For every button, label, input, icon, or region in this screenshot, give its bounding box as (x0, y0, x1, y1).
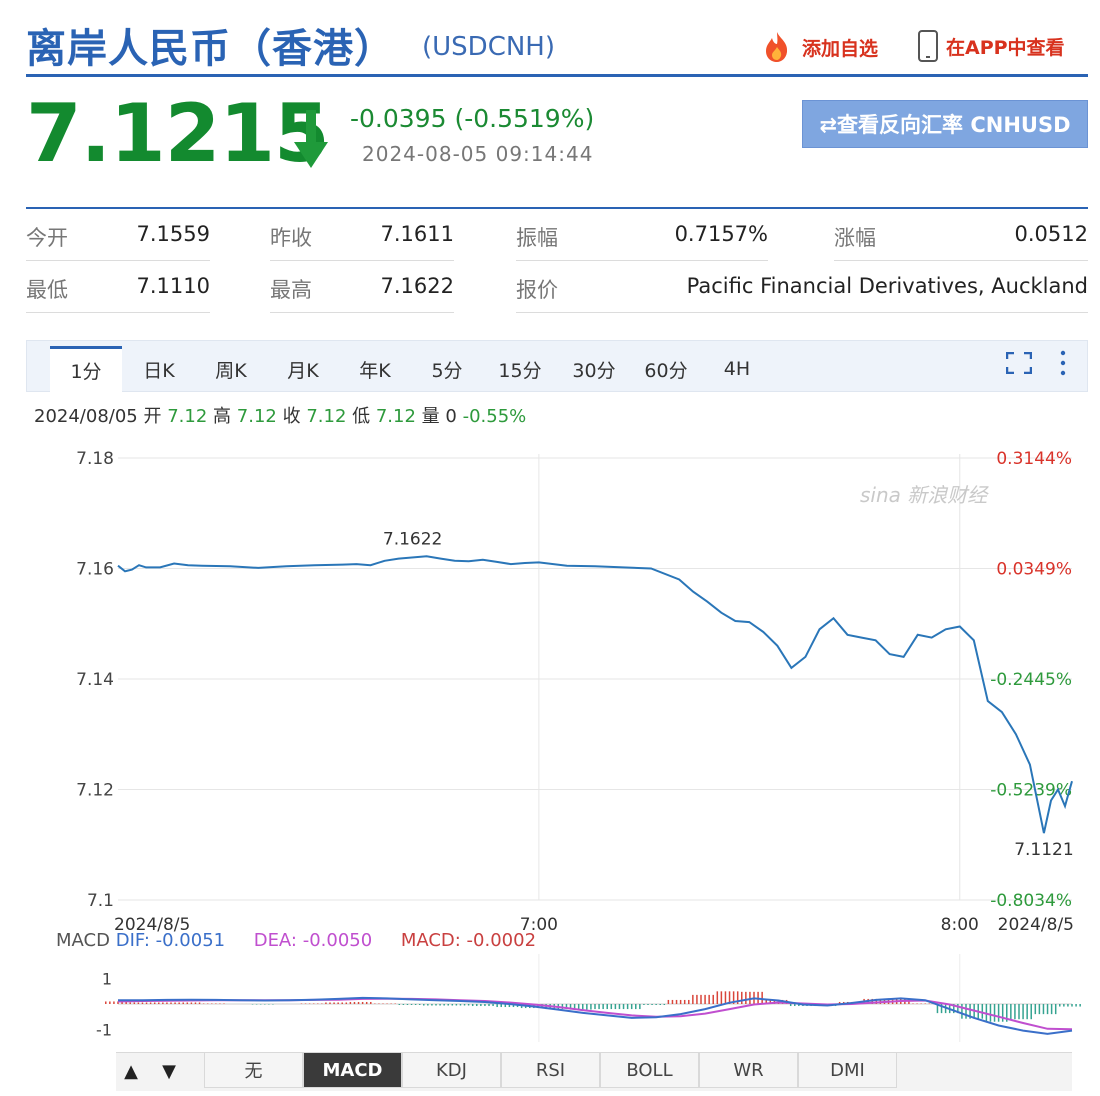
row-separator (26, 260, 210, 261)
header-divider (26, 74, 1088, 77)
ohlc-high: 7.12 (236, 406, 277, 427)
row-separator (270, 260, 454, 261)
tab-weekly[interactable]: 周K (204, 346, 258, 392)
ohlc-close-label: 收 (282, 406, 301, 427)
stat-value-prev-close: 7.1611 (380, 222, 454, 246)
stat-value-amplitude: 0.7157% (674, 222, 768, 246)
tab-monthly[interactable]: 月K (276, 346, 330, 392)
x-tick-label: 8:00 (941, 915, 979, 935)
phone-icon (918, 30, 938, 62)
macd-y-tick: -1 (96, 1020, 112, 1039)
stat-label-low: 最低 (26, 278, 68, 302)
indicator-tab-macd[interactable]: MACD (303, 1052, 402, 1088)
flame-icon (766, 32, 788, 62)
macd-dea: DEA: -0.0050 (253, 930, 373, 951)
macd-legend: MACD DIF: -0.0051 DEA: -0.0050 MACD: -0.… (56, 930, 536, 951)
row-separator (26, 312, 210, 313)
watermark: sina 新浪财经 (860, 483, 989, 507)
stat-value-open: 7.1559 (136, 222, 210, 246)
ohlc-low: 7.12 (375, 406, 416, 427)
stat-label-quote-source: 报价 (516, 278, 558, 302)
view-in-app-label: 在APP中查看 (946, 36, 1065, 59)
extreme-annotation: 7.1622 (383, 529, 442, 549)
tab-60min[interactable]: 60分 (638, 346, 694, 392)
stat-label-rise: 涨幅 (834, 226, 876, 250)
stat-value-low: 7.1110 (136, 274, 210, 298)
reverse-rate-label: ⇄查看反向汇率 CNHUSD (819, 113, 1071, 137)
stat-label-high: 最高 (270, 278, 312, 302)
page-title: 离岸人民币（香港） (26, 26, 395, 72)
right-tick-label: 0.0349% (996, 560, 1072, 580)
macd-value: MACD: -0.0002 (400, 930, 537, 951)
right-tick-label: -0.5239% (990, 781, 1072, 801)
indicator-tab-rsi[interactable]: RSI (501, 1052, 600, 1088)
price-series-line (117, 555, 1073, 834)
scroll-down-button[interactable]: ▼ (154, 1054, 184, 1088)
y-tick-label: 7.1 (87, 891, 114, 911)
ohlc-close: 7.12 (306, 406, 347, 427)
tab-15min[interactable]: 15分 (492, 346, 548, 392)
indicator-tab-none[interactable]: 无 (204, 1052, 303, 1088)
ohlc-date: 2024/08/05 (34, 406, 138, 427)
add-watchlist-button[interactable]: 添加自选 (760, 30, 878, 64)
ohlc-high-label: 高 (213, 406, 232, 427)
macd-y-tick: 1 (102, 970, 112, 989)
indicator-tab-wr[interactable]: WR (699, 1052, 798, 1088)
tab-30min[interactable]: 30分 (566, 346, 622, 392)
reverse-rate-button[interactable]: ⇄查看反向汇率 CNHUSD (802, 100, 1088, 148)
tab-4h[interactable]: 4H (712, 346, 762, 392)
stat-value-rise: 0.0512 (1014, 222, 1088, 246)
quote-time: 2024-08-05 09:14:44 (362, 142, 594, 166)
stat-value-quote-source: Pacific Financial Derivatives, Auckland (686, 274, 1088, 298)
stats-divider (26, 207, 1088, 209)
macd-dif-line (118, 996, 1073, 1035)
y-tick-label: 7.14 (76, 670, 114, 690)
macd-chart[interactable]: 1 -1 (0, 954, 1100, 1050)
current-price: 7.1215 (26, 87, 330, 180)
ohlc-volume-label: 量 (421, 406, 440, 427)
row-separator (834, 260, 1088, 261)
ohlc-low-label: 低 (352, 406, 371, 427)
fullscreen-icon[interactable] (1006, 352, 1032, 374)
tab-yearly[interactable]: 年K (348, 346, 402, 392)
ohlc-summary: 2024/08/05 开 7.12 高 7.12 收 7.12 低 7.12 量… (34, 402, 526, 428)
symbol-code: (USDCNH) (422, 32, 555, 62)
tab-1min[interactable]: 1分 (50, 346, 122, 392)
right-tick-label: -0.8034% (990, 891, 1072, 911)
stat-value-high: 7.1622 (380, 274, 454, 298)
row-separator (516, 260, 768, 261)
y-tick-label: 7.16 (76, 560, 114, 580)
add-watchlist-label: 添加自选 (802, 37, 879, 60)
stat-label-open: 今开 (26, 226, 68, 250)
price-change: -0.0395 (-0.5519%) (350, 104, 595, 133)
ohlc-volume: 0 (445, 406, 457, 427)
stat-label-amplitude: 振幅 (516, 226, 558, 250)
row-separator (516, 312, 1088, 313)
ohlc-pct: -0.55% (462, 406, 527, 427)
indicator-tab-dmi[interactable]: DMI (798, 1052, 897, 1088)
y-tick-label: 7.18 (76, 449, 114, 469)
tab-daily[interactable]: 日K (132, 346, 186, 392)
right-tick-label: 0.3144% (996, 449, 1072, 469)
tab-5min[interactable]: 5分 (420, 346, 474, 392)
extreme-annotation: 7.1121 (1014, 840, 1073, 860)
right-tick-label: -0.2445% (990, 670, 1072, 690)
macd-label: MACD (56, 930, 110, 951)
macd-dif: DIF: -0.0051 (115, 930, 226, 951)
scroll-up-button[interactable]: ▲ (116, 1054, 146, 1088)
arrow-down-icon (294, 110, 328, 168)
ohlc-open: 7.12 (167, 406, 208, 427)
y-tick-label: 7.12 (76, 781, 114, 801)
row-separator (270, 312, 454, 313)
stat-label-prev-close: 昨收 (270, 226, 312, 250)
view-in-app-button[interactable]: 在APP中查看 (918, 30, 1065, 62)
price-chart[interactable]: 7.18 0.3144% 7.16 0.0349% 7.14 -0.2445% 7.12 -0… (0, 440, 1100, 936)
more-vertical-icon[interactable] (1058, 350, 1068, 376)
indicator-tab-boll[interactable]: BOLL (600, 1052, 699, 1088)
x-tick-label: 2024/8/5 (998, 915, 1074, 935)
indicator-tab-kdj[interactable]: KDJ (402, 1052, 501, 1088)
ohlc-open-label: 开 (143, 406, 162, 427)
